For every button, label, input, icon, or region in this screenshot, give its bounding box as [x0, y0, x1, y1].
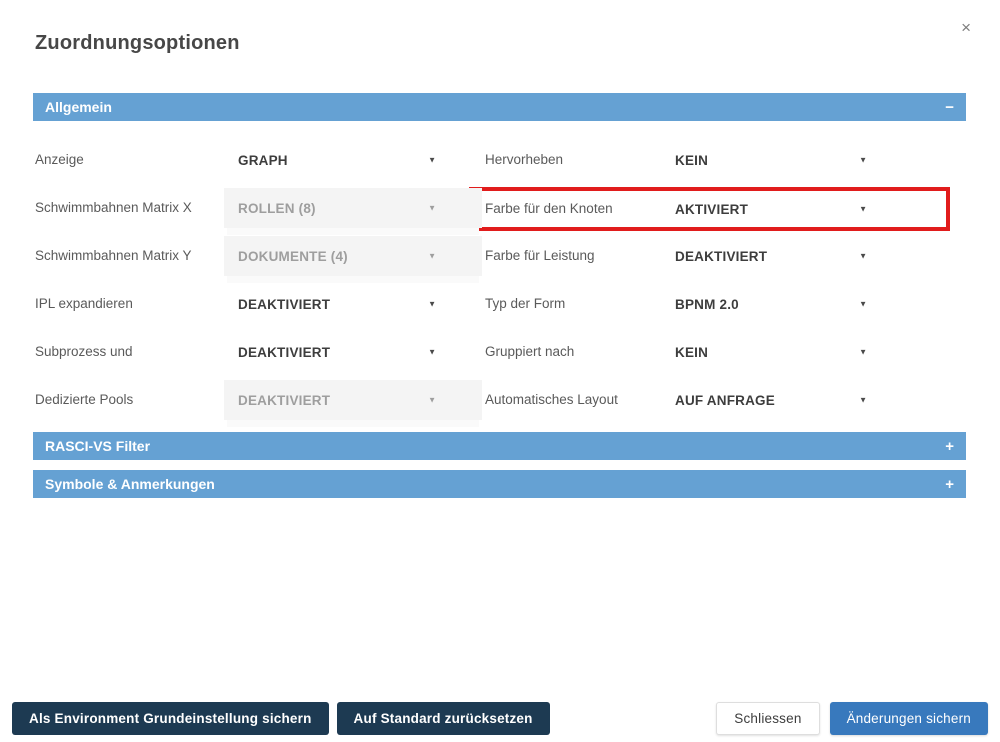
field-row-typ-der-form: Typ der Form BPNM 2.0 ▼ — [485, 284, 967, 324]
chevron-down-icon: ▼ — [859, 299, 867, 309]
field-row-ipl-expandieren: IPL expandieren DEAKTIVIERT ▼ — [33, 284, 485, 324]
chevron-down-icon: ▼ — [428, 251, 436, 261]
section-header-symbole-anmerkungen[interactable]: Symbole & Anmerkungen + — [33, 470, 966, 498]
chevron-down-icon: ▼ — [859, 347, 867, 357]
collapse-icon[interactable]: − — [945, 99, 954, 116]
form-column-left: Anzeige GRAPH ▼ Schwimmbahnen Matrix X R… — [33, 140, 485, 428]
schwimmbahnen-matrix-x-select: ROLLEN (8) ▼ — [224, 188, 482, 228]
section-label: Allgemein — [45, 99, 112, 115]
close-button[interactable]: Schliessen — [716, 702, 820, 735]
farbe-fuer-leistung-select[interactable]: DEAKTIVIERT ▼ — [661, 236, 937, 276]
field-row-hervorheben: Hervorheben KEIN ▼ — [485, 140, 967, 180]
dedizierte-pools-select: DEAKTIVIERT ▼ — [224, 380, 482, 420]
section-label: Symbole & Anmerkungen — [45, 476, 215, 492]
field-label: Gruppiert nach — [485, 343, 575, 359]
anzeige-select[interactable]: GRAPH ▼ — [224, 140, 482, 180]
subprozess-und-select[interactable]: DEAKTIVIERT ▼ — [224, 332, 482, 372]
expand-icon[interactable]: + — [945, 438, 954, 455]
field-label: Subprozess und — [35, 343, 133, 359]
footer-left-buttons: Als Environment Grundeinstellung sichern… — [12, 702, 558, 735]
section-header-allgemein[interactable]: Allgemein − — [33, 93, 966, 121]
farbe-fuer-den-knoten-select[interactable]: AKTIVIERT ▼ — [661, 191, 937, 227]
field-row-schwimmbahnen-matrix-x: Schwimmbahnen Matrix X ROLLEN (8) ▼ — [33, 188, 485, 228]
field-row-farbe-fuer-leistung: Farbe für Leistung DEAKTIVIERT ▼ — [485, 236, 967, 276]
expand-icon[interactable]: + — [945, 476, 954, 493]
field-row-dedizierte-pools: Dedizierte Pools DEAKTIVIERT ▼ — [33, 380, 485, 420]
field-label: Hervorheben — [485, 151, 564, 167]
field-label: Automatisches Layout — [485, 391, 618, 407]
chevron-down-icon: ▼ — [428, 203, 436, 213]
hervorheben-select[interactable]: KEIN ▼ — [661, 140, 937, 180]
footer-right-buttons: Schliessen Änderungen sichern — [716, 702, 988, 735]
field-label: IPL expandieren — [35, 295, 133, 311]
chevron-down-icon: ▼ — [428, 347, 436, 357]
zuordnungsoptionen-dialog: × Zuordnungsoptionen Allgemein − Anzeige… — [0, 0, 1000, 742]
gruppiert-nach-select[interactable]: KEIN ▼ — [661, 332, 937, 372]
close-icon[interactable]: × — [959, 17, 973, 38]
field-label: Typ der Form — [485, 295, 566, 311]
allgemein-form: Anzeige GRAPH ▼ Schwimmbahnen Matrix X R… — [0, 121, 1000, 428]
field-row-schwimmbahnen-matrix-y: Schwimmbahnen Matrix Y DOKUMENTE (4) ▼ — [33, 236, 485, 276]
save-as-environment-default-button[interactable]: Als Environment Grundeinstellung sichern — [12, 702, 329, 735]
chevron-down-icon: ▼ — [859, 395, 867, 405]
schwimmbahnen-matrix-y-select: DOKUMENTE (4) ▼ — [224, 236, 482, 276]
field-row-anzeige: Anzeige GRAPH ▼ — [33, 140, 485, 180]
form-column-right: Hervorheben KEIN ▼ Farbe für den Knoten … — [469, 140, 967, 428]
field-label: Anzeige — [35, 151, 84, 167]
field-label: Farbe für den Knoten — [485, 200, 613, 216]
field-label: Schwimmbahnen Matrix X — [35, 199, 192, 215]
section-header-rasci-vs-filter[interactable]: RASCI-VS Filter + — [33, 432, 966, 460]
reset-to-standard-button[interactable]: Auf Standard zurücksetzen — [336, 702, 550, 735]
section-label: RASCI-VS Filter — [45, 438, 151, 454]
save-changes-button[interactable]: Änderungen sichern — [829, 702, 988, 735]
typ-der-form-select[interactable]: BPNM 2.0 ▼ — [661, 284, 937, 324]
field-row-automatisches-layout: Automatisches Layout AUF ANFRAGE ▼ — [485, 380, 967, 420]
automatisches-layout-select[interactable]: AUF ANFRAGE ▼ — [661, 380, 937, 420]
chevron-down-icon: ▼ — [428, 155, 436, 165]
field-label: Farbe für Leistung — [485, 247, 595, 263]
field-row-gruppiert-nach: Gruppiert nach KEIN ▼ — [485, 332, 967, 372]
chevron-down-icon: ▼ — [428, 395, 436, 405]
chevron-down-icon: ▼ — [859, 251, 867, 261]
field-row-farbe-fuer-den-knoten-highlighted: Farbe für den Knoten AKTIVIERT ▼ — [469, 187, 950, 231]
field-label: Schwimmbahnen Matrix Y — [35, 247, 192, 263]
field-row-subprozess-und: Subprozess und DEAKTIVIERT ▼ — [33, 332, 485, 372]
chevron-down-icon: ▼ — [859, 204, 867, 214]
field-label: Dedizierte Pools — [35, 391, 134, 407]
ipl-expandieren-select[interactable]: DEAKTIVIERT ▼ — [224, 284, 482, 324]
page-title: Zuordnungsoptionen — [35, 32, 240, 54]
dialog-footer: Als Environment Grundeinstellung sichern… — [12, 702, 988, 735]
chevron-down-icon: ▼ — [859, 155, 867, 165]
chevron-down-icon: ▼ — [428, 299, 436, 309]
